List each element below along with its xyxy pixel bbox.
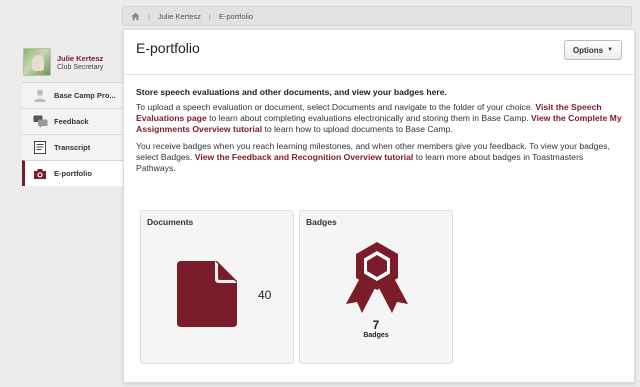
avatar [23,48,51,76]
transcript-icon [32,141,48,155]
sidebar: Julie Kertesz Club Secretary Base Camp P… [22,42,124,186]
sidebar-item-transcript[interactable]: Transcript [22,134,124,160]
sidebar-item-feedback[interactable]: Feedback [22,108,124,134]
sidebar-item-label: Feedback [54,117,89,126]
documents-card-title: Documents [147,217,194,227]
badges-count-label: Badges [363,332,389,339]
sidebar-item-label: Base Camp Pro... [54,91,116,100]
options-button[interactable]: Options ▼ [564,40,622,60]
breadcrumb-separator: | [148,11,150,21]
badges-paragraph: You receive badges when you reach learni… [136,141,624,174]
person-icon [32,89,48,103]
options-label: Options [572,45,604,55]
sidebar-item-label: Transcript [54,143,91,152]
sidebar-item-e-portfolio[interactable]: E-portfolio [22,160,124,186]
e-portfolio-panel: E-portfolio Options ▼ Store speech evalu… [123,29,635,383]
sidebar-item-base-camp-profile[interactable]: Base Camp Pro... [22,82,124,108]
profile-card[interactable]: Julie Kertesz Club Secretary [22,42,124,82]
documents-paragraph: To upload a speech evaluation or documen… [136,102,624,135]
page-title: E-portfolio [136,40,200,56]
paragraph-text: to learn how to upload documents to Base… [262,124,453,134]
breadcrumb-item-profile[interactable]: Julie Kertesz [158,12,201,21]
feedback-tutorial-link[interactable]: View the Feedback and Recognition Overvi… [195,152,414,162]
profile-role: Club Secretary [57,63,104,71]
badges-count: 7 [372,318,380,332]
breadcrumb: | Julie Kertesz | E-portfolio [122,6,632,26]
badges-card-title: Badges [306,217,337,227]
badges-card[interactable]: Badges 7 Badges [299,210,453,364]
paragraph-text: to learn about completing evaluations el… [206,113,532,123]
profile-name: Julie Kertesz [57,53,104,63]
breadcrumb-item-current: E-portfolio [218,11,254,21]
documents-count: 40 [258,288,272,302]
intro-text: Store speech evaluations and other docum… [136,87,624,180]
badge-ribbon-icon [342,240,412,320]
camera-icon [32,167,48,181]
breadcrumb-separator: | [208,11,211,21]
home-icon[interactable] [131,12,140,21]
sidebar-item-label: E-portfolio [54,169,92,178]
caret-down-icon: ▼ [607,47,614,53]
title-divider [124,74,634,75]
document-icon [177,261,237,332]
intro-heading: Store speech evaluations and other docum… [136,87,447,97]
documents-card[interactable]: Documents 40 [140,210,294,364]
paragraph-text: To upload a speech evaluation or documen… [136,102,536,112]
chat-icon [32,115,48,129]
